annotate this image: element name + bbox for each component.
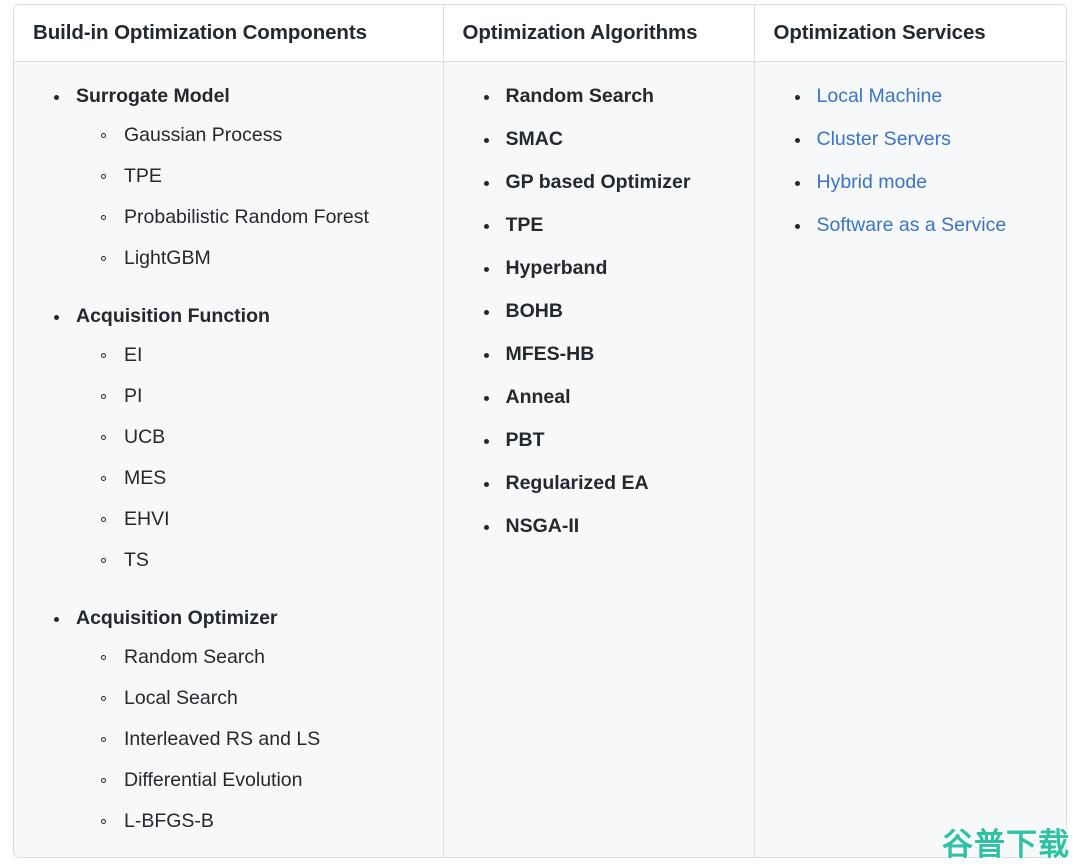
header-row: Build-in Optimization Components Optimiz… <box>14 5 1066 62</box>
column-header-services: Optimization Services <box>754 5 1066 62</box>
list-item: EHVI <box>100 499 431 540</box>
list-item-group: Surrogate Model Gaussian Process TPE Pro… <box>52 81 431 279</box>
service-link-cluster-servers[interactable]: Cluster Servers <box>817 128 951 150</box>
list-item: NSGA-II <box>482 511 742 542</box>
list-item: Gaussian Process <box>100 115 431 156</box>
table-row: Surrogate Model Gaussian Process TPE Pro… <box>14 61 1067 857</box>
sub-item-label: Gaussian Process <box>124 124 283 146</box>
algorithms-list: Random Search SMAC GP based Optimizer TP… <box>444 62 754 564</box>
sub-item-label: Differential Evolution <box>124 769 303 791</box>
sublist-acquisition-optimizer: Random Search Local Search Interleaved R… <box>76 637 431 842</box>
algorithm-label: Hyperband <box>505 257 608 279</box>
list-item: TPE <box>482 210 742 241</box>
list-item: Probabilistic Random Forest <box>100 197 431 238</box>
list-item: Anneal <box>482 382 742 413</box>
list-item: Differential Evolution <box>100 760 431 801</box>
list-item: TS <box>100 540 431 581</box>
service-link-software-as-a-service[interactable]: Software as a Service <box>817 214 1007 236</box>
sub-item-label: LightGBM <box>124 247 211 269</box>
list-item-group: Acquisition Function EI PI UCB MES EHVI … <box>52 301 431 581</box>
comparison-table: Build-in Optimization Components Optimiz… <box>14 5 1067 857</box>
table-body: Surrogate Model Gaussian Process TPE Pro… <box>14 61 1067 857</box>
algorithm-label: Random Search <box>505 85 654 107</box>
sub-item-label: Interleaved RS and LS <box>124 728 321 750</box>
table-header: Build-in Optimization Components Optimiz… <box>14 5 1066 62</box>
sub-item-label: TPE <box>124 165 162 187</box>
sub-item-label: PI <box>124 385 143 407</box>
group-label: Surrogate Model <box>76 85 230 107</box>
sublist-acquisition-function: EI PI UCB MES EHVI TS <box>76 335 431 581</box>
list-item: MES <box>100 458 431 499</box>
list-item: Interleaved RS and LS <box>100 719 431 760</box>
list-item: L-BFGS-B <box>100 801 431 842</box>
algorithm-label: GP based Optimizer <box>505 171 691 193</box>
algorithm-label: MFES-HB <box>505 343 595 365</box>
sub-item-label: TS <box>124 549 149 571</box>
algorithm-label: Anneal <box>505 386 571 408</box>
list-item: Hybrid mode <box>793 167 1055 198</box>
algorithm-label: Regularized EA <box>505 472 649 494</box>
column-header-algorithms: Optimization Algorithms <box>443 5 755 62</box>
list-item: LightGBM <box>100 238 431 279</box>
sub-item-label: Local Search <box>124 687 238 709</box>
list-item: UCB <box>100 417 431 458</box>
group-label: Acquisition Optimizer <box>76 607 278 629</box>
algorithm-label: TPE <box>505 214 544 236</box>
sub-item-label: MES <box>124 467 167 489</box>
services-list: Local Machine Cluster Servers Hybrid mod… <box>755 62 1067 263</box>
cell-algorithms: Random Search SMAC GP based Optimizer TP… <box>443 61 755 857</box>
list-item: Cluster Servers <box>793 124 1055 155</box>
list-item: BOHB <box>482 296 742 327</box>
list-item: PI <box>100 376 431 417</box>
sub-item-label: EI <box>124 344 143 366</box>
list-item: TPE <box>100 156 431 197</box>
sub-item-label: EHVI <box>124 508 170 530</box>
list-item: Software as a Service <box>793 210 1055 241</box>
sub-item-label: UCB <box>124 426 166 448</box>
algorithm-label: PBT <box>505 429 545 451</box>
list-item: Local Machine <box>793 81 1055 112</box>
list-item: SMAC <box>482 124 742 155</box>
list-item: PBT <box>482 425 742 456</box>
sub-item-label: L-BFGS-B <box>124 810 214 832</box>
column-header-components: Build-in Optimization Components <box>14 5 444 62</box>
list-item-group: Acquisition Optimizer Random Search Loca… <box>52 603 431 842</box>
algorithm-label: SMAC <box>505 128 563 150</box>
list-item: GP based Optimizer <box>482 167 742 198</box>
service-link-hybrid-mode[interactable]: Hybrid mode <box>817 171 928 193</box>
group-label: Acquisition Function <box>76 305 270 327</box>
list-item: Random Search <box>100 637 431 678</box>
list-item: Local Search <box>100 678 431 719</box>
cell-services: Local Machine Cluster Servers Hybrid mod… <box>754 61 1067 857</box>
algorithm-label: NSGA-II <box>505 515 580 537</box>
components-list: Surrogate Model Gaussian Process TPE Pro… <box>14 62 443 857</box>
optimization-components-table: Build-in Optimization Components Optimiz… <box>13 4 1067 858</box>
sub-item-label: Random Search <box>124 646 265 668</box>
sublist-surrogate-model: Gaussian Process TPE Probabilistic Rando… <box>76 115 431 279</box>
list-item: MFES-HB <box>482 339 742 370</box>
list-item: Random Search <box>482 81 742 112</box>
sub-item-label: Probabilistic Random Forest <box>124 206 369 228</box>
list-item: Hyperband <box>482 253 742 284</box>
list-item: EI <box>100 335 431 376</box>
cell-components: Surrogate Model Gaussian Process TPE Pro… <box>14 61 444 857</box>
service-link-local-machine[interactable]: Local Machine <box>817 85 943 107</box>
algorithm-label: BOHB <box>505 300 563 322</box>
list-item: Regularized EA <box>482 468 742 499</box>
